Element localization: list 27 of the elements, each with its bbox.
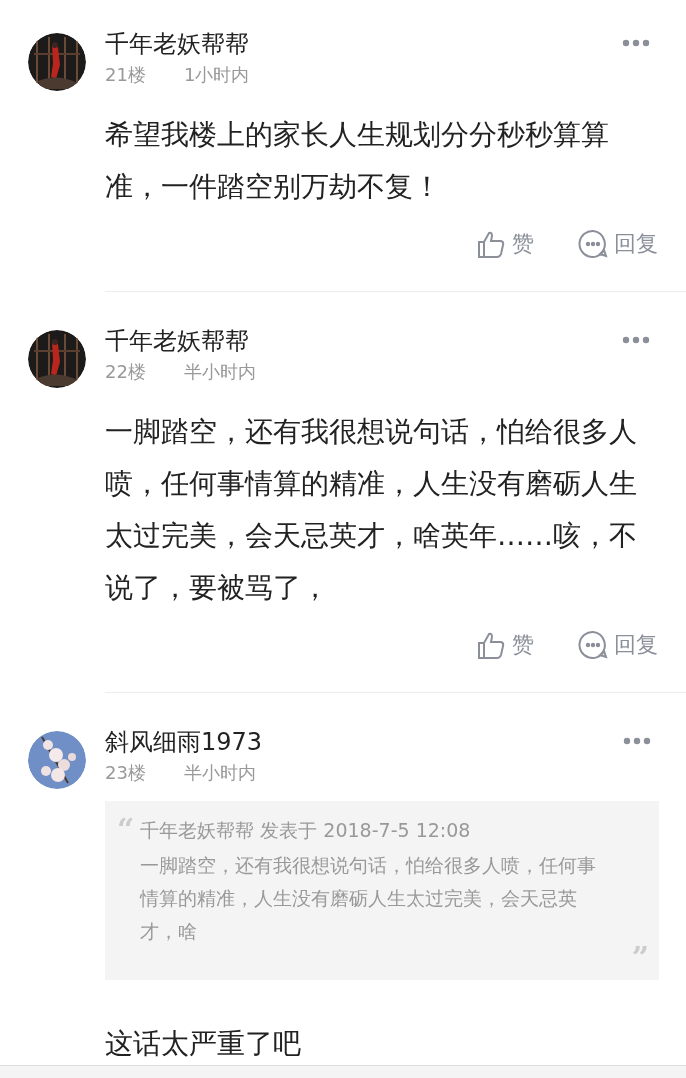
post-time: 半小时内 [183, 360, 256, 384]
floor-number: 22楼 [105, 360, 146, 384]
like-button[interactable]: 赞 [476, 229, 534, 259]
post-time: 1小时内 [183, 63, 250, 87]
more-icon[interactable] [623, 737, 651, 745]
comment-text: 一脚踏空，还有我很想说句话，怕给很多人喷，任何事情算的精准，人生没有磨砺人生太过完美，会天忌英才，啥英年……咳，不说了，要被骂了， [105, 414, 638, 606]
reply-button[interactable]: 回复 [578, 630, 658, 660]
thumbs-up-icon [476, 229, 506, 259]
comment-icon [578, 630, 608, 660]
quote-header: 千年老妖帮帮 发表于 2018-7-5 12:08 [140, 818, 472, 843]
quote-text: 一脚踏空，还有我很想说句话，怕给很多人喷，任何事情算的精准，人生没有磨砺人生太过完美，会天忌英才，啥 [140, 853, 598, 944]
like-button[interactable]: 赞 [476, 630, 534, 660]
thumbs-up-icon [476, 630, 506, 660]
floor-number: 23楼 [105, 761, 146, 785]
comment-text: 希望我楼上的家长人生规划分分秒秒算算准，一件踏空别万劫不复！ [105, 117, 610, 205]
comment-icon [578, 229, 608, 259]
username[interactable]: 斜风细雨1973 [105, 727, 263, 757]
more-icon[interactable] [622, 336, 650, 344]
close-quote-mark: ” [631, 948, 649, 968]
floor-number: 21楼 [105, 63, 146, 87]
comment-text: 这话太严重了吧 [105, 1026, 302, 1062]
username[interactable]: 千年老妖帮帮 [105, 326, 249, 356]
open-quote-mark: “ [117, 815, 135, 849]
username[interactable]: 千年老妖帮帮 [105, 29, 249, 59]
reply-button[interactable]: 回复 [578, 229, 658, 259]
post-time: 半小时内 [183, 761, 256, 785]
more-icon[interactable] [622, 39, 650, 47]
